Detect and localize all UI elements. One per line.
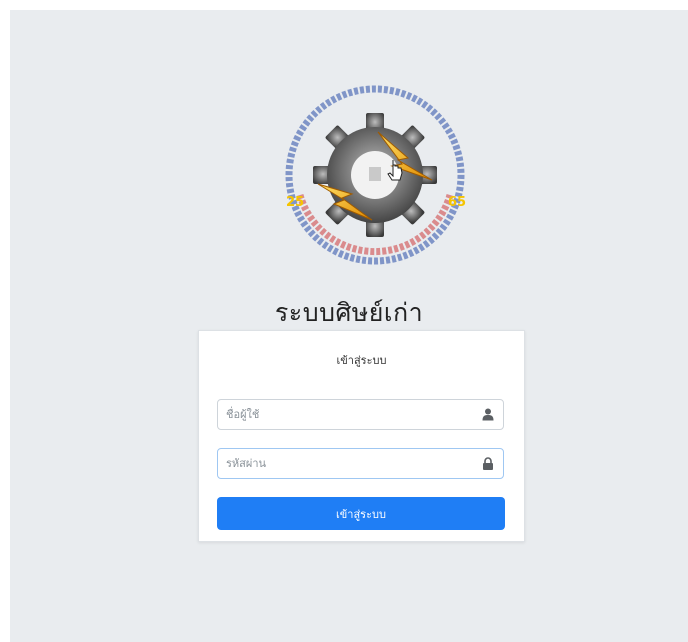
user-icon: [482, 408, 494, 421]
login-page: 25 65 ระบบศิษย์เก่า เข้าสู่ระบบ เข้าสู่ร…: [10, 10, 688, 642]
username-field[interactable]: [217, 399, 504, 430]
login-button[interactable]: เข้าสู่ระบบ: [217, 497, 505, 530]
page-title: ระบบศิษย์เก่า: [274, 298, 424, 327]
logo-year-right: 65: [448, 195, 466, 210]
login-card: เข้าสู่ระบบ เข้าสู่ระบบ: [198, 330, 525, 542]
logo-year-left: 25: [286, 195, 304, 210]
password-input[interactable]: [218, 449, 468, 478]
school-logo: 25 65: [285, 85, 466, 265]
password-field[interactable]: [217, 448, 504, 479]
lock-icon: [483, 457, 493, 470]
username-input[interactable]: [218, 400, 468, 429]
login-header: เข้าสู่ระบบ: [336, 354, 387, 367]
